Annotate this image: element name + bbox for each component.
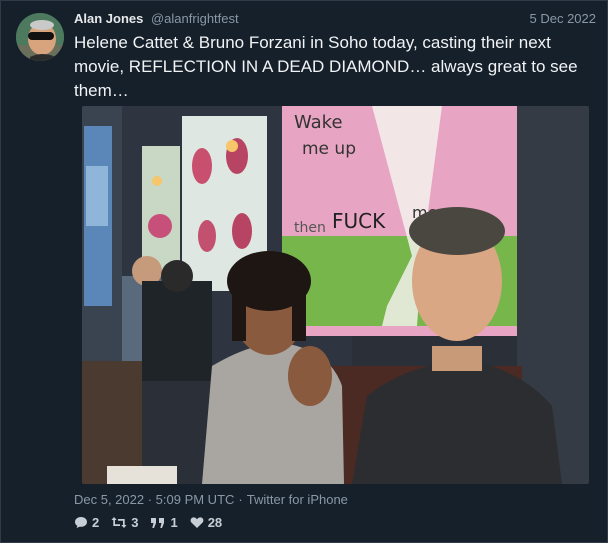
tweet-photo[interactable]: Wake me up then FUCK me up [82, 106, 589, 484]
tweet-header: Alan Jones @alanfrightfest 5 Dec 2022 [74, 11, 596, 29]
avatar[interactable] [16, 13, 64, 61]
reply-count: 2 [92, 515, 100, 530]
retweet-icon [111, 517, 127, 528]
painting-text-wake: Wake [294, 112, 343, 133]
retweet-stat[interactable]: 3 [111, 515, 138, 530]
photo-scene: Wake me up then FUCK me up [82, 106, 589, 484]
tweet-card: Alan Jones @alanfrightfest 5 Dec 2022 He… [0, 0, 608, 543]
quote-stat[interactable]: 1 [150, 515, 178, 530]
tweet-source: Twitter for iPhone [246, 492, 348, 507]
quote-count: 1 [170, 515, 178, 530]
painting-text-meup: me up [302, 139, 356, 159]
painting-text-then: then [294, 220, 326, 236]
avatar-image [16, 13, 64, 61]
heart-icon [190, 517, 204, 528]
meta-separator: · [238, 492, 243, 507]
tweet-meta: Dec 5, 2022 · 5:09 PM UTC · Twitter for iP… [74, 492, 348, 507]
reply-stat[interactable]: 2 [74, 515, 99, 530]
like-count: 28 [207, 515, 223, 530]
author-handle[interactable]: @alanfrightfest [151, 11, 239, 26]
reply-icon [75, 517, 87, 528]
quote-icon [151, 517, 165, 528]
author-name[interactable]: Alan Jones [74, 11, 143, 26]
retweet-count: 3 [131, 515, 139, 530]
tweet-date[interactable]: 5 Dec 2022 [530, 11, 597, 26]
tweet-text: Helene Cattet & Bruno Forzani in Soho to… [74, 33, 578, 100]
tweet-timestamp[interactable]: Dec 5, 2022 · 5:09 PM UTC [74, 492, 234, 507]
painting-text-fuck: FUCK [332, 209, 386, 233]
like-stat[interactable]: 28 [190, 515, 222, 530]
tweet-stats: 2 3 1 28 [74, 515, 222, 530]
